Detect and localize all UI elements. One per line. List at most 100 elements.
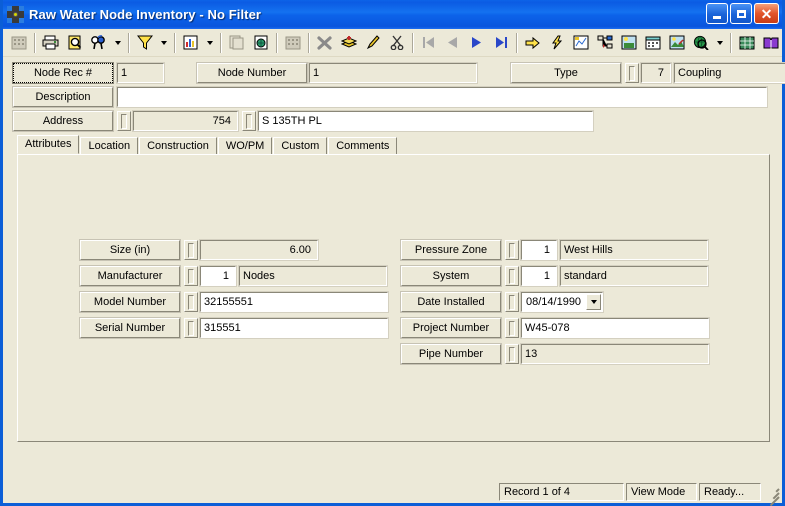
node-number-label[interactable]: Node Number (196, 62, 308, 84)
tab-location[interactable]: Location (80, 137, 139, 155)
tab-custom[interactable]: Custom (273, 137, 328, 155)
type-label[interactable]: Type (510, 62, 622, 84)
address-number[interactable]: 754 (132, 110, 239, 132)
size-label[interactable]: Size (in) (79, 239, 181, 261)
address-number-lookup-button[interactable] (117, 111, 131, 131)
date-installed-combo[interactable]: 08/14/1990 (520, 291, 604, 313)
next-record-button[interactable] (465, 32, 488, 54)
system-label[interactable]: System (400, 265, 502, 287)
delete-record-button[interactable] (313, 32, 336, 54)
minimize-button[interactable] (706, 3, 728, 24)
grid-view-button[interactable] (7, 32, 30, 54)
print-preview-button[interactable] (63, 32, 86, 54)
add-record-button[interactable] (337, 32, 360, 54)
toolbar-separator (220, 32, 222, 53)
find-button[interactable] (87, 32, 110, 54)
calendar-button[interactable] (641, 32, 664, 54)
previous-record-button[interactable] (441, 32, 464, 54)
application-window: Raw Water Node Inventory - No Filter ✕ N… (0, 0, 785, 506)
web-button[interactable] (689, 32, 712, 54)
cut-button[interactable] (385, 32, 408, 54)
toolbar-separator (276, 32, 278, 53)
type-name[interactable]: Coupling (673, 62, 785, 84)
first-record-button[interactable] (417, 32, 440, 54)
last-record-button[interactable] (489, 32, 512, 54)
find-dropdown[interactable] (111, 32, 124, 54)
manufacturer-label[interactable]: Manufacturer (79, 265, 181, 287)
maximize-button[interactable] (730, 3, 752, 24)
tree-view-button[interactable] (617, 32, 640, 54)
pressure-zone-name[interactable]: West Hills (559, 239, 709, 261)
attachment-button[interactable] (665, 32, 688, 54)
filter-button[interactable] (133, 32, 156, 54)
address-street[interactable]: S 135TH PL (257, 110, 594, 132)
spreadsheet-button[interactable] (281, 32, 304, 54)
close-button[interactable]: ✕ (754, 3, 779, 24)
serial-number-lookup-button[interactable] (184, 318, 198, 338)
pipe-number-lookup-button[interactable] (505, 344, 519, 364)
model-number-value[interactable]: 32155551 (199, 291, 389, 313)
chevron-down-icon[interactable] (586, 294, 601, 310)
manufacturer-row: Manufacturer 1 Nodes (79, 265, 388, 287)
project-number-value[interactable]: W45-078 (520, 317, 710, 339)
pressure-zone-code[interactable]: 1 (520, 239, 558, 261)
attributes-left-column: Size (in) 6.00 Manufacturer 1 Nodes Mode… (79, 239, 389, 370)
serial-number-value[interactable]: 315551 (199, 317, 389, 339)
schematic-button[interactable] (593, 32, 616, 54)
print-button[interactable] (39, 32, 62, 54)
tab-comments[interactable]: Comments (328, 137, 398, 155)
node-rec-label[interactable]: Node Rec # (12, 62, 114, 84)
size-lookup-button[interactable] (184, 240, 198, 260)
manufacturer-code[interactable]: 1 (199, 265, 237, 287)
resize-grip-icon[interactable] (764, 484, 780, 506)
description-label[interactable]: Description (12, 86, 114, 108)
map-link-button[interactable] (569, 32, 592, 54)
manufacturer-lookup-button[interactable] (184, 266, 198, 286)
date-installed-lookup-button[interactable] (505, 292, 519, 312)
project-number-label[interactable]: Project Number (400, 317, 502, 339)
address-label[interactable]: Address (12, 110, 114, 132)
report-dropdown[interactable] (203, 32, 216, 54)
filter-dropdown[interactable] (157, 32, 170, 54)
node-number-value[interactable]: 1 (308, 62, 478, 84)
size-value[interactable]: 6.00 (199, 239, 319, 261)
pressure-zone-lookup-button[interactable] (505, 240, 519, 260)
tab-wopm[interactable]: WO/PM (217, 137, 273, 155)
node-rec-value[interactable]: 1 (116, 62, 165, 84)
system-code[interactable]: 1 (520, 265, 558, 287)
date-installed-value: 08/14/1990 (526, 296, 582, 308)
help-book-button[interactable] (759, 32, 782, 54)
model-number-lookup-button[interactable] (184, 292, 198, 312)
model-number-label[interactable]: Model Number (79, 291, 181, 313)
pipe-number-label[interactable]: Pipe Number (400, 343, 502, 365)
serial-number-label[interactable]: Serial Number (79, 317, 181, 339)
header-row-2: Description (12, 86, 774, 108)
date-installed-label[interactable]: Date Installed (400, 291, 502, 313)
tab-construction[interactable]: Construction (139, 137, 217, 155)
copy-record-button[interactable] (225, 32, 248, 54)
tab-attributes[interactable]: Attributes (17, 135, 80, 154)
export-button[interactable] (249, 32, 272, 54)
address-street-lookup-button[interactable] (242, 111, 256, 131)
pipe-number-value[interactable]: 13 (520, 343, 710, 365)
manufacturer-name[interactable]: Nodes (238, 265, 388, 287)
system-name[interactable]: standard (559, 265, 709, 287)
type-code[interactable]: 7 (640, 62, 672, 84)
system-lookup-button[interactable] (505, 266, 519, 286)
quick-action-button[interactable] (545, 32, 568, 54)
edit-record-button[interactable] (361, 32, 384, 54)
project-number-row: Project Number W45-078 (400, 317, 710, 339)
project-number-lookup-button[interactable] (505, 318, 519, 338)
description-value[interactable] (116, 86, 768, 108)
maximize-icon (736, 9, 746, 18)
type-lookup-button[interactable] (625, 63, 639, 83)
report-button[interactable] (179, 32, 202, 54)
node-fitting-icon (7, 6, 24, 23)
pressure-zone-row: Pressure Zone 1 West Hills (400, 239, 709, 261)
ledger-button[interactable] (735, 32, 758, 54)
pressure-zone-label[interactable]: Pressure Zone (400, 239, 502, 261)
web-dropdown[interactable] (713, 32, 726, 54)
goto-button[interactable] (521, 32, 544, 54)
status-mode: View Mode (626, 483, 697, 501)
toolbar-separator (516, 32, 518, 53)
